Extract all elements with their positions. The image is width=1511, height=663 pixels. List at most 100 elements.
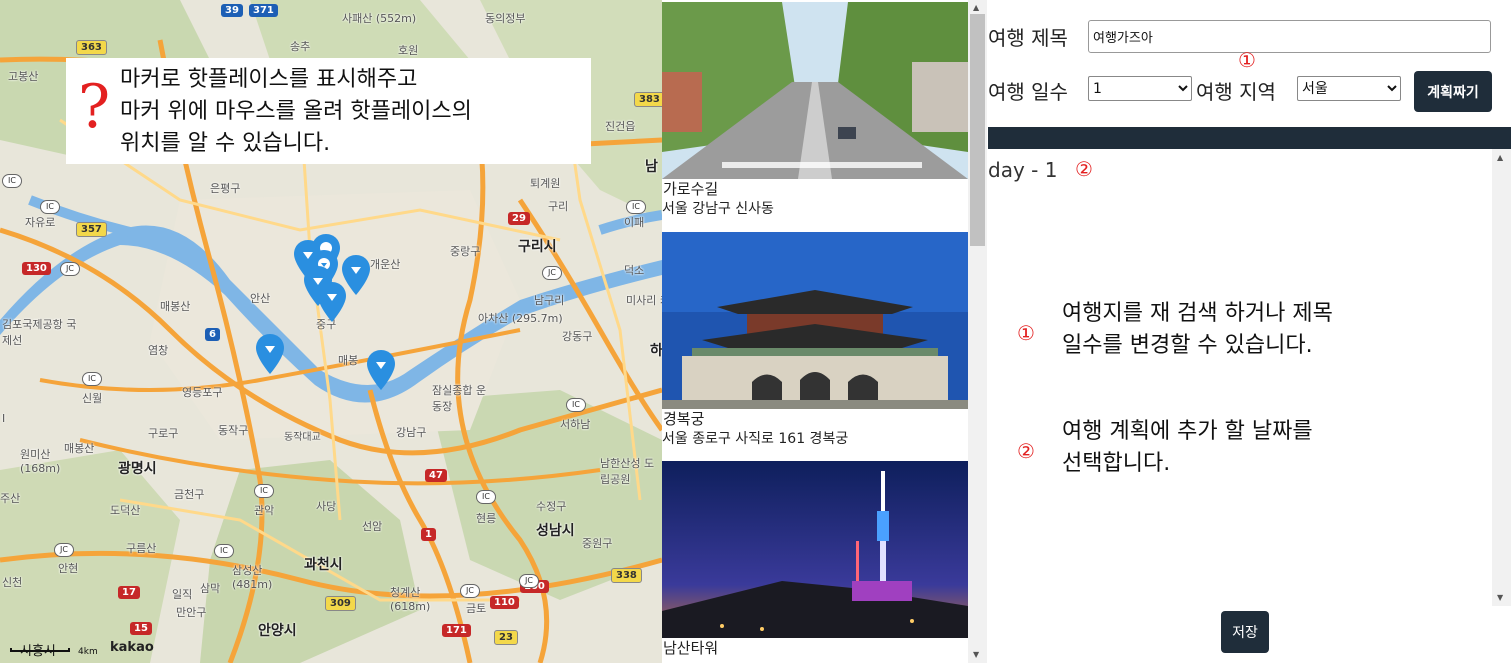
place-list[interactable]: 가로수길 서울 강남구 신사동 경복궁 서울 종로구 사직로 161 경복궁 남… xyxy=(662,0,987,663)
route-shield: 39 xyxy=(221,4,243,17)
map-marker-icon[interactable] xyxy=(342,255,370,295)
map-label: 사당 xyxy=(316,500,337,513)
days-select[interactable]: 1 xyxy=(1088,76,1192,101)
junction-badge: IC xyxy=(2,174,22,188)
annotation-marker-2: ② xyxy=(1075,157,1093,181)
map-label: 매봉산 xyxy=(64,442,95,455)
street-photo xyxy=(662,2,968,179)
map-label: 과천시 xyxy=(304,557,343,573)
map-label: 현릉 xyxy=(476,512,497,525)
map-label: 중랑구 xyxy=(450,245,481,258)
route-shield: 17 xyxy=(118,586,140,599)
route-shield: 130 xyxy=(22,262,51,275)
map-tooltip-text: 마커로 핫플레이스를 표시해주고 마커 위에 마우스를 올려 핫플레이스의 위치… xyxy=(120,64,472,160)
junction-badge: JC xyxy=(54,543,74,557)
tower-photo xyxy=(662,461,968,638)
map-label: 관악 xyxy=(254,504,275,517)
map-label: 잠실종합 운동장 xyxy=(432,384,487,413)
scroll-thumb[interactable] xyxy=(970,14,985,246)
map-label: 도덕산 xyxy=(110,504,141,517)
map-label: 일직 xyxy=(172,588,193,601)
map-label: 금천구 xyxy=(174,488,205,501)
place-card[interactable]: 가로수길 서울 강남구 신사동 xyxy=(662,2,968,219)
map-label: 신천 xyxy=(2,576,23,589)
map-view[interactable]: 사패산 (552m) 동의정부 송추 호원 고봉산 진건읍 남 퇴계원 은평구 … xyxy=(0,0,662,663)
map-label: 퇴계원 xyxy=(530,177,561,190)
map-label: 선암 xyxy=(362,520,383,533)
map-label: 고봉산 xyxy=(8,70,39,83)
map-label: 송추 xyxy=(290,40,311,53)
map-label: 안현 xyxy=(58,562,79,575)
map-label: 만안구 xyxy=(176,606,207,619)
map-label: 수정구 xyxy=(536,500,567,513)
scroll-down-icon[interactable]: ▼ xyxy=(1497,593,1503,602)
place-list-scrollbar[interactable]: ▲ ▼ xyxy=(968,0,987,663)
trip-title-input[interactable] xyxy=(1088,20,1491,53)
route-shield: 363 xyxy=(76,40,107,55)
day-item[interactable]: day - 1 xyxy=(988,158,1057,182)
scroll-up-icon[interactable]: ▲ xyxy=(973,3,979,12)
place-card[interactable]: 경복궁 서울 종로구 사직로 161 경복궁 xyxy=(662,232,968,449)
annotation-note-2: 여행 계획에 추가 할 날짜를 선택합니다. xyxy=(1062,416,1313,480)
route-shield: 1 xyxy=(421,528,436,541)
map-label: 김포국제공항 국제선 xyxy=(2,318,77,347)
junction-badge: IC xyxy=(476,490,496,504)
map-label: 구리 xyxy=(548,200,569,213)
route-shield: 15 xyxy=(130,622,152,635)
scale-label: 4km xyxy=(78,647,98,657)
map-label: 원미산 (168m) xyxy=(20,448,61,475)
route-shield: 23 xyxy=(494,630,518,645)
make-plan-button[interactable]: 계획짜기 xyxy=(1414,71,1492,112)
place-address: 서울 강남구 신사동 xyxy=(662,201,774,217)
region-select[interactable]: 서울 xyxy=(1297,76,1401,101)
scroll-up-icon[interactable]: ▲ xyxy=(1497,153,1503,162)
map-label: 서하남 xyxy=(560,418,591,431)
question-mark-icon: ? xyxy=(78,72,111,142)
map-label: 동작구 xyxy=(218,424,249,437)
tooltip-line: 마커 위에 마우스를 올려 핫플레이스의 xyxy=(120,99,472,124)
map-label: 아차산 (295.7m) xyxy=(478,312,563,325)
map-label: 청계산 (618m) xyxy=(390,586,431,613)
junction-badge: JC xyxy=(60,262,80,276)
tooltip-line: 위치를 알 수 있습니다. xyxy=(120,131,331,156)
route-shield: 6 xyxy=(205,328,220,341)
tooltip-line: 마커로 핫플레이스를 표시해주고 xyxy=(120,67,418,92)
map-marker-icon[interactable] xyxy=(367,350,395,390)
map-label: 하 xyxy=(650,343,662,359)
annotation-marker-2-note: ② xyxy=(1017,439,1035,463)
map-label: 강동구 xyxy=(562,330,593,343)
map-label: 영등포구 xyxy=(182,386,223,399)
place-card[interactable]: 남산타워 xyxy=(662,461,968,658)
map-label: 금토 xyxy=(466,602,487,615)
map-label: 주산 xyxy=(0,492,21,505)
plan-panel: 여행 제목 ① 여행 일수 1 여행 지역 서울 계획짜기 day - 1 ② … xyxy=(987,0,1511,663)
map-label: 사패산 (552m) xyxy=(342,12,417,25)
map-label: 신월 xyxy=(82,392,103,405)
map-label: 동의정부 xyxy=(485,12,526,25)
note-line: 여행지를 재 검색 하거나 제목 xyxy=(1062,301,1333,326)
scroll-down-icon[interactable]: ▼ xyxy=(973,650,979,659)
route-shield: 338 xyxy=(611,568,642,583)
junction-badge: IC xyxy=(82,372,102,386)
route-shield: 29 xyxy=(508,212,530,225)
day-list-area[interactable] xyxy=(988,149,1505,606)
junction-badge: JC xyxy=(460,584,480,598)
junction-badge: IC xyxy=(214,544,234,558)
map-label: 삼막 xyxy=(200,582,221,595)
junction-badge: IC xyxy=(40,200,60,214)
map-label: 남 xyxy=(645,159,658,175)
map-marker-icon[interactable] xyxy=(256,334,284,374)
map-label: 구리시 xyxy=(518,239,557,255)
map-label: 안양시 xyxy=(258,623,297,639)
route-shield: 110 xyxy=(490,596,519,609)
map-label: 매봉산 xyxy=(160,300,191,313)
place-name: 남산타워 xyxy=(663,639,719,657)
save-button[interactable]: 저장 xyxy=(1221,611,1269,653)
junction-badge: JC xyxy=(519,574,539,588)
day-list-scrollbar[interactable]: ▲ ▼ xyxy=(1492,149,1511,606)
junction-badge: JC xyxy=(542,266,562,280)
place-name: 경복궁 xyxy=(663,410,705,428)
map-label: I xyxy=(2,412,6,425)
map-label: 안산 xyxy=(250,292,271,305)
map-label: 남구리 xyxy=(534,294,565,307)
